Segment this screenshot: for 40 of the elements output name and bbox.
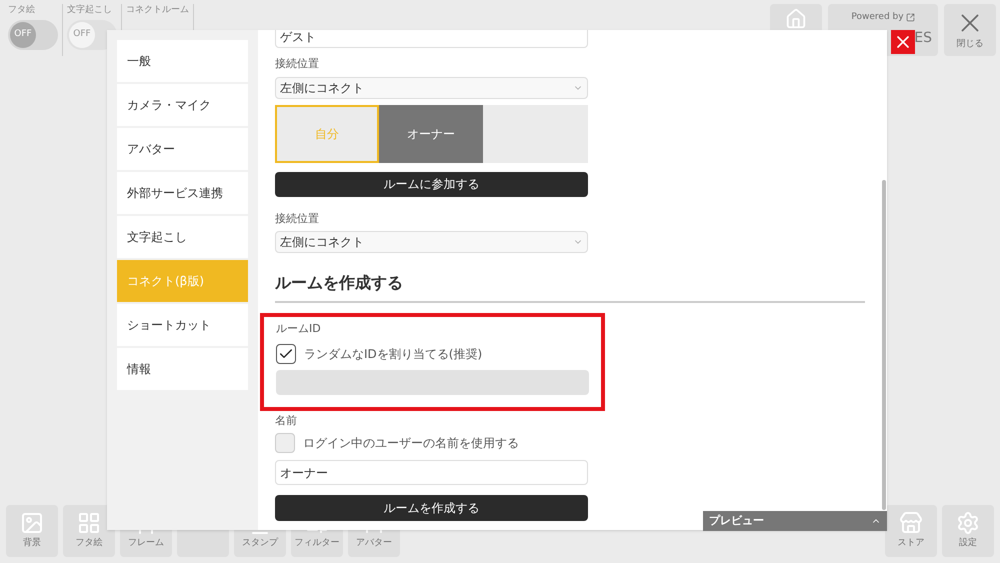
name-field[interactable]: ゲスト (275, 30, 588, 48)
field-label: ルームID (276, 321, 322, 337)
field-label: 名前 (275, 412, 298, 428)
close-button[interactable]: 閉じる (944, 4, 996, 56)
grid-icon (77, 511, 101, 536)
store-icon (899, 511, 923, 536)
sidebar-item[interactable]: 情報 (117, 348, 248, 390)
off-toggle[interactable]: OFF (8, 20, 58, 50)
position-select[interactable]: 左側にコネクト (275, 231, 588, 253)
sidebar-item[interactable]: 外部サービス連携 (117, 172, 248, 214)
toolbar-button[interactable]: 設定 (942, 505, 994, 557)
checkbox[interactable] (276, 344, 296, 364)
section-heading: ルームを作成する (275, 273, 403, 292)
sidebar-item[interactable]: カメラ・マイク (117, 84, 248, 126)
image-icon (20, 511, 44, 536)
modal-close-button[interactable] (891, 30, 915, 54)
toolbar-button[interactable]: ストア (885, 505, 937, 557)
settings-icon (956, 511, 980, 536)
sidebar-item[interactable]: 文字起こし (117, 216, 248, 258)
seat-tile[interactable]: オーナー (379, 104, 483, 162)
sidebar-item[interactable]: 一般 (117, 40, 248, 82)
toolbar-button[interactable]: 背景 (6, 505, 58, 557)
sidebar-item[interactable]: ショートカット (117, 304, 248, 346)
name-field[interactable]: オーナー (275, 460, 588, 485)
toggle-label: フタ絵 (8, 4, 35, 17)
sidebar-item[interactable]: アバター (117, 128, 248, 170)
checkbox-label: ランダムなIDを割り当てる(推奨) (304, 346, 482, 362)
toggle-label: 文字起こし (67, 4, 112, 17)
preview-bar[interactable]: プレビュー (703, 511, 887, 531)
create-room-button[interactable]: ルームを作成する (275, 495, 588, 521)
checkbox-label: ログイン中のユーザーの名前を使用する (303, 435, 519, 452)
field-label: 接続位置 (275, 56, 320, 72)
field-label: 接続位置 (275, 210, 320, 226)
position-select[interactable]: 左側にコネクト (275, 76, 588, 98)
join-room-button[interactable]: ルームに参加する (275, 172, 588, 196)
scrollbar-thumb[interactable] (882, 180, 886, 510)
external-link-icon (906, 13, 915, 22)
toggle-label: コネクトルーム (126, 4, 189, 17)
home-icon (785, 8, 807, 30)
toolbar-button[interactable]: フタ絵 (63, 505, 115, 557)
